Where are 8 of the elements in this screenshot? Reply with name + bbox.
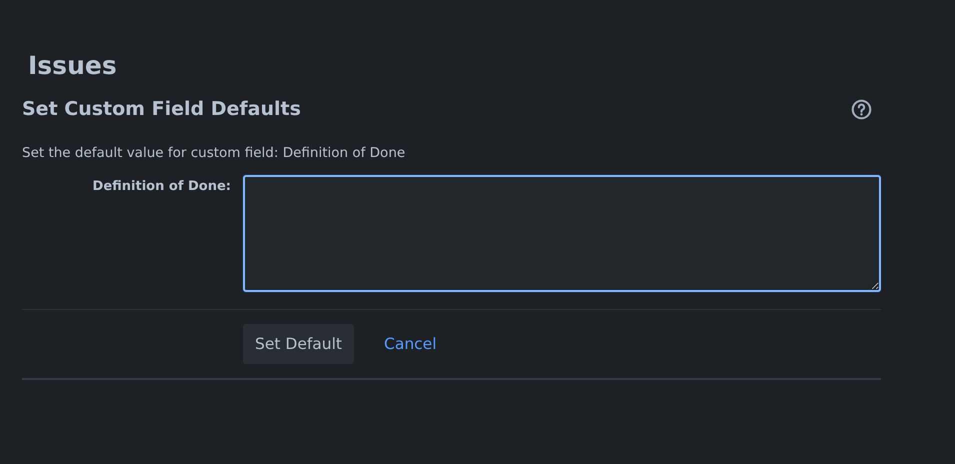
field-label: Definition of Done: bbox=[92, 178, 231, 196]
text-area[interactable] bbox=[243, 175, 881, 292]
set-default-button[interactable]: Set Default bbox=[243, 324, 354, 364]
cancel-link[interactable]: Cancel bbox=[384, 335, 437, 353]
description-text: Set the default value for custom field: Definition of Done bbox=[22, 144, 406, 162]
page-title: Issues bbox=[28, 50, 118, 82]
help-icon[interactable] bbox=[851, 98, 872, 120]
section-heading: Set Custom Field Defaults bbox=[22, 97, 301, 122]
